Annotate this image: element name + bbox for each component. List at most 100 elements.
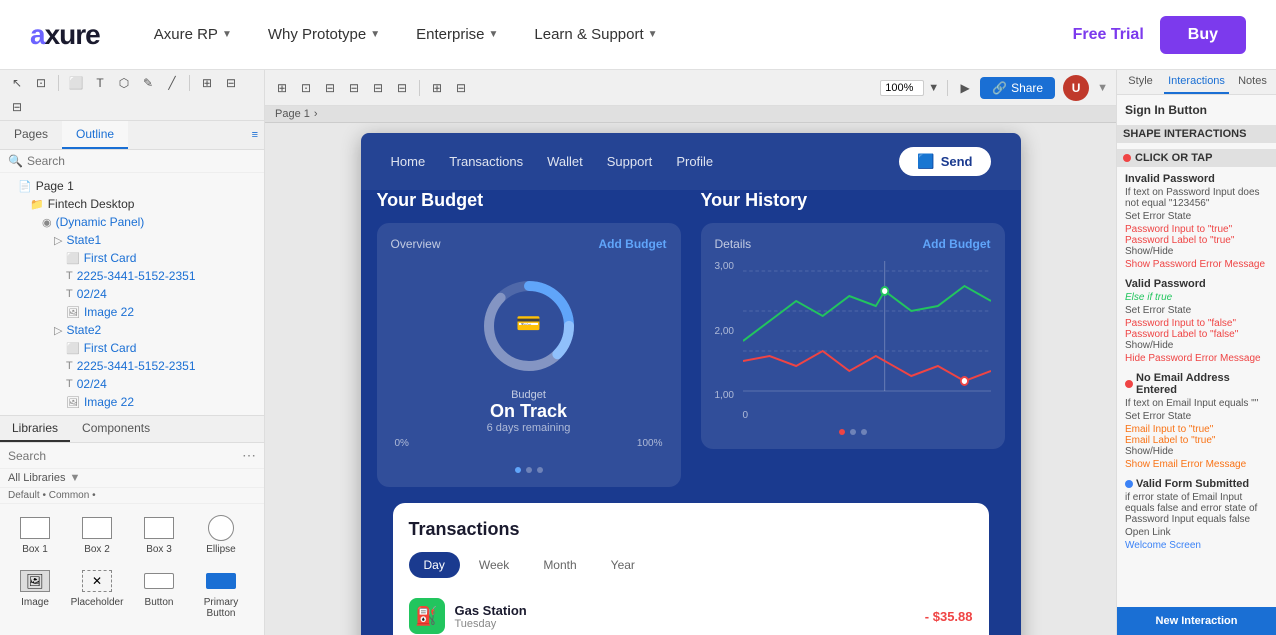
list-item[interactable]: ◉ (Dynamic Panel) <box>0 213 264 231</box>
logo[interactable]: axure <box>30 19 100 51</box>
chevron-down-icon: ▼ <box>648 29 658 40</box>
tab-year[interactable]: Year <box>596 552 650 578</box>
grid-icon[interactable]: ⊞ <box>428 79 446 97</box>
toolbar-sep-3 <box>419 80 420 96</box>
breadcrumb: Page 1 › <box>265 106 1116 123</box>
list-item[interactable]: Box 1 <box>6 510 64 559</box>
proto-send-button[interactable]: 🟦 Send <box>899 147 990 176</box>
list-item[interactable]: H1 H1 <box>68 627 126 635</box>
tab-notes[interactable]: Notes <box>1229 70 1276 94</box>
tab-month[interactable]: Month <box>528 552 591 578</box>
list-item[interactable]: ⬜ First Card <box>0 249 264 267</box>
search-input[interactable] <box>27 154 256 168</box>
pen-tool-icon[interactable]: ✎ <box>139 74 157 92</box>
distribute-icon[interactable]: ⊟ <box>321 79 339 97</box>
budget-status: On Track <box>490 401 567 422</box>
outline-filter-icon[interactable]: ≡ <box>252 129 258 141</box>
budget-days: 6 days remaining <box>487 422 571 434</box>
zoom-control: ▼ <box>880 80 939 96</box>
rect-tool-icon[interactable]: ⬜ <box>67 74 85 92</box>
proto-nav-wallet[interactable]: Wallet <box>547 154 583 169</box>
list-item[interactable]: Button <box>130 563 188 623</box>
chart-y-labels: 3,00 2,00 1,00 <box>715 261 739 401</box>
tab-components[interactable]: Components <box>70 416 162 442</box>
list-item[interactable]: Link Button <box>6 627 64 635</box>
chevron-down-icon-avatar[interactable]: ▼ <box>1097 82 1108 94</box>
layout-icon[interactable]: ⊟ <box>393 79 411 97</box>
table-row: ⛽ Gas Station Tuesday - $35.88 <box>409 590 973 635</box>
list-item[interactable]: Ellipse <box>192 510 250 559</box>
guide-icon[interactable]: ⊟ <box>452 79 470 97</box>
list-item[interactable]: 🖼 Image 22 <box>0 303 264 321</box>
nav-learn-support[interactable]: Learn & Support ▼ <box>520 18 671 51</box>
breadcrumb-arrow: › <box>314 108 318 120</box>
list-item[interactable]: 🖼 Image 22 <box>0 393 264 411</box>
share-button[interactable]: 🔗 Share <box>980 77 1055 99</box>
shape-tool-icon[interactable]: ⬡ <box>115 74 133 92</box>
buy-button[interactable]: Buy <box>1160 16 1246 54</box>
select-tool-icon[interactable]: ↖ <box>8 74 26 92</box>
free-trial-link[interactable]: Free Trial <box>1073 26 1144 44</box>
list-item[interactable]: Primary Button <box>192 563 250 623</box>
list-item[interactable]: ▷ State1 <box>0 231 264 249</box>
list-item[interactable]: ▷ State2 <box>0 321 264 339</box>
new-interaction-button[interactable]: New Interaction <box>1117 607 1276 635</box>
fit-icon[interactable]: ⊞ <box>273 79 291 97</box>
snap-icon[interactable]: ⊡ <box>297 79 315 97</box>
click-or-tap-header: CLICK OR TAP <box>1117 149 1276 167</box>
list-item[interactable]: 📁 Fintech Desktop <box>0 195 264 213</box>
budget-card: Overview Add Budget <box>377 223 681 487</box>
chevron-down-icon-zoom[interactable]: ▼ <box>928 82 939 94</box>
align-tool-icon[interactable]: ⊟ <box>222 74 240 92</box>
proto-nav-transactions[interactable]: Transactions <box>449 154 523 169</box>
tab-pages[interactable]: Pages <box>0 121 62 149</box>
tab-interactions[interactable]: Interactions <box>1164 70 1229 94</box>
nav-actions: Free Trial Buy <box>1073 16 1246 54</box>
lib-menu-icon[interactable]: ⋯ <box>242 447 256 464</box>
dot <box>839 429 845 435</box>
tab-outline[interactable]: Outline <box>62 121 128 149</box>
interaction-no-email: No Email Address Entered If text on Emai… <box>1125 372 1268 470</box>
tree-page1[interactable]: 📄 Page 1 <box>0 177 264 195</box>
proto-nav-support[interactable]: Support <box>607 154 653 169</box>
crop-tool-icon[interactable]: ⊡ <box>32 74 50 92</box>
list-item[interactable]: T 02/24 <box>0 375 264 393</box>
send-icon: 🟦 <box>917 153 934 170</box>
proto-nav-home[interactable]: Home <box>391 154 426 169</box>
list-item[interactable]: 🖼 Image <box>6 563 64 623</box>
spacing-icon[interactable]: ⊟ <box>369 79 387 97</box>
list-item[interactable]: T 02/24 <box>0 285 264 303</box>
chart-label-zero: 0 <box>743 410 749 421</box>
format-tool-icon[interactable]: ⊞ <box>198 74 216 92</box>
align-icon[interactable]: ⊟ <box>345 79 363 97</box>
chevron-down-icon-lib[interactable]: ▼ <box>69 472 80 484</box>
list-item[interactable]: H2 H2 <box>130 627 188 635</box>
list-item[interactable]: ✕ Placeholder <box>68 563 126 623</box>
folder-icon: 📁 <box>30 198 44 211</box>
add-budget-button[interactable]: Add Budget <box>599 237 667 251</box>
dot <box>526 467 532 473</box>
list-item[interactable]: ⬜ First Card <box>0 339 264 357</box>
proto-nav-profile[interactable]: Profile <box>676 154 713 169</box>
tab-day[interactable]: Day <box>409 552 460 578</box>
history-add-budget[interactable]: Add Budget <box>923 237 991 251</box>
list-item[interactable]: Box 3 <box>130 510 188 559</box>
zoom-input[interactable] <box>880 80 924 96</box>
distribute-tool-icon[interactable]: ⊟ <box>8 98 26 116</box>
nav-why-prototype[interactable]: Why Prototype ▼ <box>254 18 394 51</box>
nav-axure-rp[interactable]: Axure RP ▼ <box>140 18 246 51</box>
list-item[interactable]: Box 2 <box>68 510 126 559</box>
tab-libraries[interactable]: Libraries <box>0 416 70 442</box>
play-icon[interactable]: ▶ <box>956 79 974 97</box>
line-tool-icon[interactable]: ╱ <box>163 74 181 92</box>
list-item[interactable]: T 2225-3441-5152-2351 <box>0 267 264 285</box>
text-tool-icon[interactable]: T <box>91 74 109 92</box>
list-item[interactable]: T 2225-3441-5152-2351 <box>0 357 264 375</box>
nav-enterprise[interactable]: Enterprise ▼ <box>402 18 512 51</box>
list-item[interactable]: H3 H3 <box>192 627 250 635</box>
avatar[interactable]: U <box>1063 75 1089 101</box>
lib-search-input[interactable] <box>8 449 128 463</box>
tab-week[interactable]: Week <box>464 552 524 578</box>
canvas-content[interactable]: Home Transactions Wallet Support Profile… <box>265 123 1116 635</box>
tab-style[interactable]: Style <box>1117 70 1164 94</box>
